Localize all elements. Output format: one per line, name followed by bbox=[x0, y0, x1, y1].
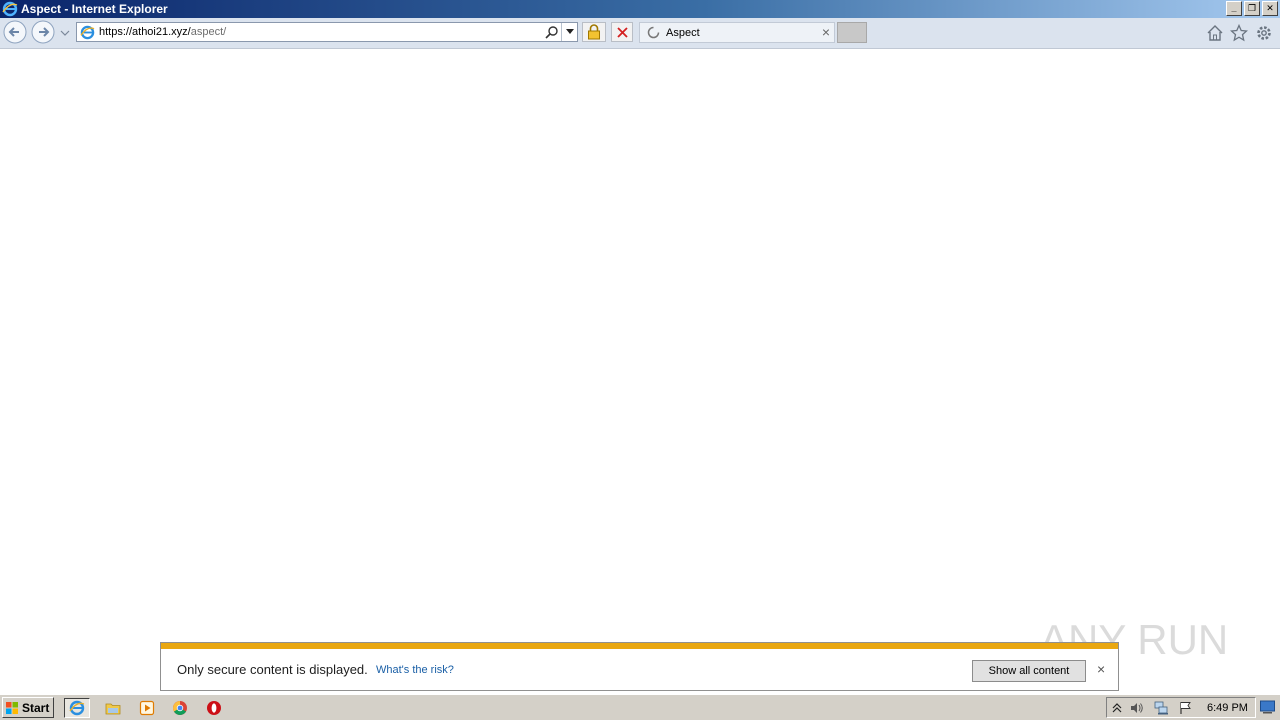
media-player-icon bbox=[139, 700, 155, 716]
window-titlebar[interactable]: Aspect - Internet Explorer _ ❐ ✕ bbox=[0, 0, 1280, 18]
url-path: aspect/ bbox=[190, 26, 227, 38]
taskbar-ie-button[interactable] bbox=[64, 698, 90, 718]
window-controls: _ ❐ ✕ bbox=[1226, 1, 1278, 16]
window-title: Aspect - Internet Explorer bbox=[21, 2, 168, 16]
security-lock-button[interactable] bbox=[582, 22, 606, 42]
show-desktop-icon[interactable] bbox=[1260, 700, 1275, 714]
close-button[interactable]: ✕ bbox=[1262, 1, 1278, 16]
tab-label: Aspect bbox=[666, 27, 700, 39]
notification-close-icon[interactable]: × bbox=[1097, 661, 1105, 677]
restore-button[interactable]: ❐ bbox=[1244, 1, 1260, 16]
clock[interactable]: 6:49 PM bbox=[1207, 702, 1248, 714]
stop-button[interactable] bbox=[611, 22, 633, 42]
tab-aspect[interactable]: Aspect × bbox=[639, 22, 835, 43]
notification-accent-strip bbox=[161, 643, 1118, 649]
gear-icon[interactable] bbox=[1255, 24, 1273, 42]
stop-icon bbox=[616, 26, 628, 38]
show-all-content-button[interactable]: Show all content bbox=[972, 660, 1086, 682]
notification-message: Only secure content is displayed. bbox=[177, 662, 368, 677]
windows-logo-icon bbox=[6, 701, 18, 714]
minimize-button[interactable]: _ bbox=[1226, 1, 1242, 16]
url-text[interactable]: https://athoi21.xyz/aspect/ bbox=[99, 26, 226, 38]
favorites-star-icon[interactable] bbox=[1230, 24, 1248, 42]
lock-icon bbox=[588, 24, 600, 40]
opera-icon bbox=[207, 701, 221, 715]
ie-icon bbox=[2, 1, 18, 17]
tab-close-icon[interactable]: × bbox=[822, 25, 830, 39]
address-bar[interactable]: https://athoi21.xyz/aspect/ bbox=[76, 22, 578, 42]
taskbar: Start 6:49 PM bbox=[0, 694, 1280, 720]
taskbar-media-player-button[interactable] bbox=[134, 698, 160, 718]
flag-icon[interactable] bbox=[1179, 701, 1193, 715]
chevron-down-icon bbox=[565, 29, 574, 34]
browser-toolbar: https://athoi21.xyz/aspect/ Aspect × bbox=[0, 18, 1280, 49]
whats-the-risk-link[interactable]: What's the risk? bbox=[376, 664, 454, 676]
home-icon[interactable] bbox=[1206, 24, 1224, 42]
page-content bbox=[0, 49, 1280, 642]
folder-icon bbox=[105, 703, 121, 715]
address-dropdown-button[interactable] bbox=[561, 23, 577, 41]
speaker-icon[interactable] bbox=[1130, 701, 1144, 715]
chrome-icon bbox=[173, 701, 187, 715]
new-tab-button[interactable] bbox=[837, 22, 867, 43]
system-tray: 6:49 PM bbox=[1106, 697, 1256, 718]
ie-icon bbox=[80, 25, 95, 40]
history-dropdown-icon[interactable] bbox=[60, 29, 70, 37]
taskbar-explorer-button[interactable] bbox=[100, 698, 126, 718]
taskbar-opera-button[interactable] bbox=[201, 698, 227, 718]
start-button[interactable]: Start bbox=[2, 697, 54, 718]
url-host: https://athoi21.xyz/ bbox=[99, 26, 191, 38]
loading-spinner-icon bbox=[647, 26, 660, 39]
network-icon[interactable] bbox=[1154, 701, 1168, 715]
forward-icon[interactable] bbox=[31, 20, 55, 44]
notification-bar: Only secure content is displayed. What's… bbox=[160, 642, 1119, 691]
tray-arrow-icon[interactable] bbox=[1110, 701, 1124, 715]
ie-icon bbox=[69, 700, 85, 716]
search-icon[interactable] bbox=[545, 25, 559, 39]
start-label: Start bbox=[22, 700, 50, 715]
back-icon[interactable] bbox=[3, 20, 27, 44]
taskbar-chrome-button[interactable] bbox=[167, 698, 193, 718]
